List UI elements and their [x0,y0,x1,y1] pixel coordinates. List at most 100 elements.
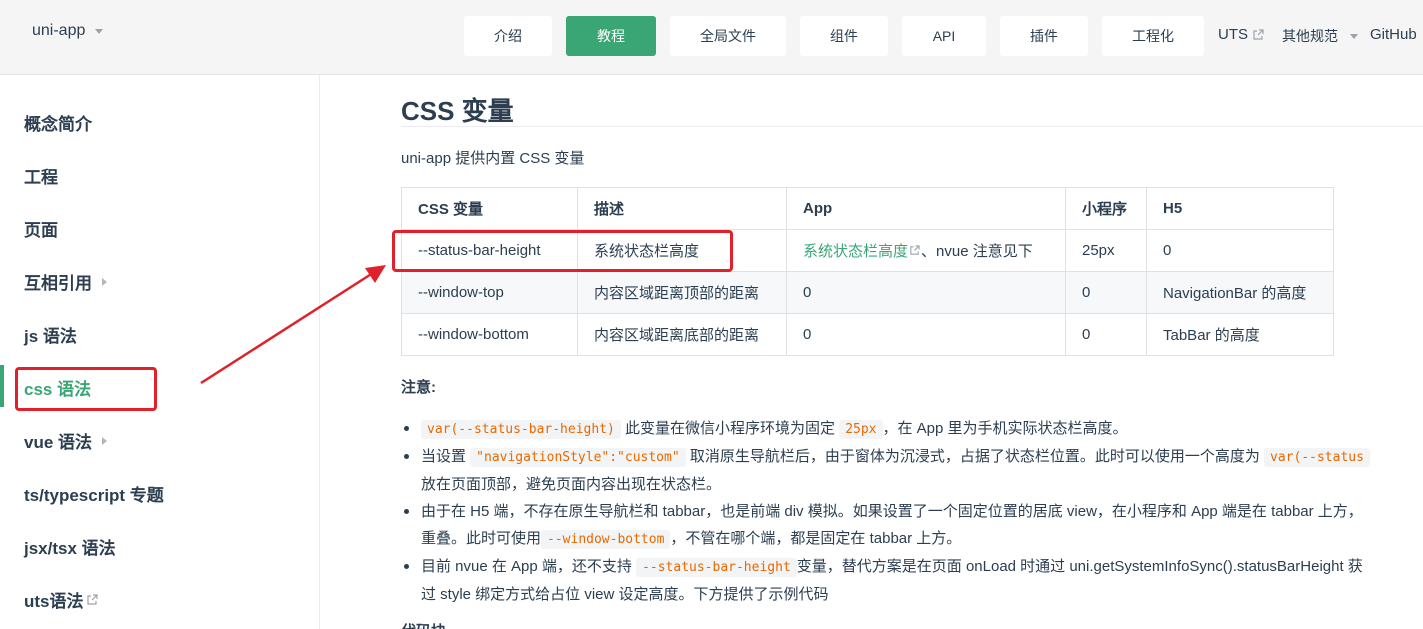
inline-code: --status-bar-height [636,558,797,577]
title-divider [401,126,1423,127]
sidebar-item-uts-syntax[interactable]: uts语法 [24,587,98,612]
nav-uts-link[interactable]: UTS [1218,26,1264,43]
list-item: 当设置 "navigationStyle":"custom" 取消原生导航栏后，… [401,443,1423,498]
table-header-cell: 小程序 [1065,187,1147,230]
table-row: --window-bottom 内容区域距离底部的距离 0 0 TabBar 的… [401,313,1334,356]
list-item: var(--status-bar-height) 此变量在微信小程序环境为固定 … [401,415,1423,443]
inline-code: var(--status-bar-height) [421,420,621,439]
table-header-cell: H5 [1146,187,1334,230]
table-header-cell: App [786,187,1066,230]
note-text: 当设置 [421,448,471,465]
nav-uts-label: UTS [1218,26,1248,43]
css-variables-table: CSS 变量 描述 App 小程序 H5 --status-bar-height… [401,187,1334,356]
table-cell: 内容区域距离顶部的距离 [577,271,787,314]
table-cell: 系统状态栏高度 [577,229,787,272]
nav-intro-button[interactable]: 介绍 [464,16,552,56]
table-header-row: CSS 变量 描述 App 小程序 H5 [401,187,1334,230]
note-text: 放在页面顶部，避免页面内容出现在状态栏。 [421,476,722,493]
nav-plugins-button[interactable]: 插件 [1000,16,1088,56]
table-row: --status-bar-height 系统状态栏高度 系统状态栏高度 、nvue… [401,229,1334,272]
sidebar-item-typescript[interactable]: ts/typescript 专题 [24,481,164,506]
next-section-heading: 代码块 [401,620,446,629]
table-row: --window-top 内容区域距离顶部的距离 0 0 NavigationB… [401,271,1334,314]
table-cell: 0 [786,271,1066,314]
sidebar-item-label: 页面 [24,221,58,240]
caret-down-icon [95,28,104,34]
note-text: ，在 App 里为手机实际状态栏高度。 [882,420,1128,437]
cell-text: 、nvue 注意见下 [921,243,1033,260]
nav-github-link[interactable]: GitHub [1370,26,1417,43]
list-item: 由于在 H5 端，不存在原生导航栏和 tabbar，也是前端 div 模拟。如果… [401,498,1423,553]
sidebar-item-label: 互相引用 [24,274,92,293]
sidebar-item-vue-syntax[interactable]: vue 语法 [24,428,108,453]
sidebar-item-label: uts语法 [24,592,84,611]
table-header-cell: 描述 [577,187,787,230]
nav-other-specs-dropdown[interactable]: 其他规范 [1282,26,1358,46]
note-text: 过 style 绑定方式给占位 view 设定高度。下方提供了示例代码 [421,586,829,603]
table-cell: 0 [786,313,1066,356]
intro-text: uni-app 提供内置 CSS 变量 [401,150,585,167]
sidebar-item-pages[interactable]: 页面 [24,216,58,241]
chevron-right-icon [102,436,108,445]
nav-tutorial-button[interactable]: 教程 [566,16,656,56]
sidebar-item-label: ts/typescript 专题 [24,486,164,505]
table-cell: 系统状态栏高度 、nvue 注意见下 [786,229,1066,272]
nav-global-files-button[interactable]: 全局文件 [670,16,786,56]
sidebar-item-jsx-tsx[interactable]: jsx/tsx 语法 [24,534,116,559]
main-content: CSS 变量 uni-app 提供内置 CSS 变量 CSS 变量 描述 App… [321,75,1423,629]
sidebar-item-label: 工程 [24,168,58,187]
sidebar-item-label: 概念简介 [24,115,92,134]
table-cell: --window-bottom [401,313,578,356]
note-text: 此变量在微信小程序环境为固定 [620,420,840,437]
note-text: 重叠。此时可使用 [421,530,542,547]
inline-code: var(--status [1264,448,1370,467]
chevron-right-icon [102,277,107,286]
notes-heading: 注意: [401,379,436,396]
table-cell: 内容区域距离底部的距离 [577,313,787,356]
nav-github-label: GitHub [1370,26,1417,43]
sidebar-item-cross-reference[interactable]: 互相引用 [24,269,107,294]
status-bar-height-link[interactable]: 系统状态栏高度 [803,243,908,260]
table-cell: --window-top [401,271,578,314]
inline-code: 25px [839,420,883,439]
inline-code: "navigationStyle":"custom" [470,448,686,467]
inline-code: --window-bottom [541,530,671,549]
sidebar-item-concepts[interactable]: 概念简介 [24,110,92,135]
caret-down-icon [1350,33,1358,39]
table-cell: 0 [1146,229,1334,272]
external-link-icon [910,245,920,255]
table-cell: TabBar 的高度 [1146,313,1334,356]
table-cell: 25px [1065,229,1147,272]
note-text: 变量，替代方案是在页面 onLoad 时通过 uni.getSystemInfo… [796,558,1363,575]
sidebar-item-label: jsx/tsx 语法 [24,539,116,558]
note-text: ，不管在哪个端，都是固定在 tabbar 上方。 [670,530,962,547]
list-item: 目前 nvue 在 App 端，还不支持 --status-bar-height… [401,553,1423,608]
nav-engineering-button[interactable]: 工程化 [1102,16,1204,56]
sidebar: 概念简介 工程 页面 互相引用 js 语法 css 语法 vue 语法 ts/t… [0,75,320,629]
nav-other-specs-label: 其他规范 [1282,28,1338,44]
sidebar-item-project[interactable]: 工程 [24,163,58,188]
sidebar-item-label: js 语法 [24,327,77,346]
logo-dropdown[interactable]: uni-app [32,22,104,40]
note-text: 由于在 H5 端，不存在原生导航栏和 tabbar，也是前端 div 模拟。如果… [421,503,1363,520]
sidebar-item-label: vue 语法 [24,433,93,452]
nav-components-button[interactable]: 组件 [800,16,888,56]
table-cell: --status-bar-height [401,229,578,272]
top-header: uni-app 介绍 教程 全局文件 组件 API 插件 工程化 UTS 其他规… [0,0,1423,75]
sidebar-active-indicator [0,365,4,407]
sidebar-item-label: css 语法 [24,380,92,399]
sidebar-item-css-syntax[interactable]: css 语法 [24,375,91,400]
external-link-icon [86,593,98,605]
table-cell: 0 [1065,313,1147,356]
nav-api-button[interactable]: API [902,16,986,56]
table-header-cell: CSS 变量 [401,187,578,230]
table-cell: 0 [1065,271,1147,314]
external-link-icon [1253,28,1264,40]
note-text: 目前 nvue 在 App 端，还不支持 [421,558,637,575]
sidebar-item-js-syntax[interactable]: js 语法 [24,322,77,347]
logo-text: uni-app [32,22,86,39]
notes-list: var(--status-bar-height) 此变量在微信小程序环境为固定 … [401,415,1423,608]
table-cell: NavigationBar 的高度 [1146,271,1334,314]
note-text: 取消原生导航栏后，由于窗体为沉浸式，占据了状态栏位置。此时可以使用一个高度为 [685,448,1265,465]
page-title: CSS 变量 [401,96,514,126]
